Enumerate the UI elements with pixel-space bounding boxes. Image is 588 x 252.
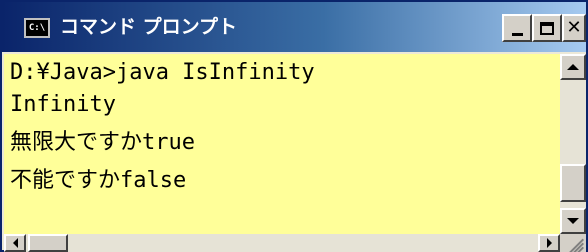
minimize-icon bbox=[511, 32, 523, 36]
title-bar[interactable]: C:\ コマンド プロンプト ✕ bbox=[2, 2, 586, 52]
scroll-up-button[interactable] bbox=[560, 54, 586, 80]
arrow-right-icon bbox=[546, 238, 552, 248]
scroll-left-button[interactable] bbox=[4, 234, 26, 252]
window-title: コマンド プロンプト bbox=[60, 16, 238, 38]
vertical-scrollbar[interactable] bbox=[560, 54, 586, 234]
console-app-icon[interactable]: C:\ bbox=[24, 18, 50, 38]
maximize-button[interactable] bbox=[532, 14, 562, 42]
vertical-scroll-thumb[interactable] bbox=[560, 164, 586, 202]
console-app-icon-label: C:\ bbox=[28, 22, 46, 33]
scroll-right-button[interactable] bbox=[538, 234, 560, 252]
minimize-button[interactable] bbox=[502, 14, 532, 42]
arrow-left-icon bbox=[12, 238, 18, 248]
arrow-down-icon bbox=[567, 218, 579, 224]
scroll-down-button[interactable] bbox=[560, 208, 586, 234]
horizontal-scroll-thumb[interactable] bbox=[28, 234, 68, 252]
console-line: 不能ですかfalse bbox=[10, 168, 187, 193]
close-icon: ✕ bbox=[566, 17, 582, 38]
console-line: Infinity bbox=[10, 92, 116, 117]
command-prompt-window: C:\ コマンド プロンプト ✕ D:¥Java>java IsInfinity… bbox=[0, 0, 588, 252]
maximize-icon bbox=[540, 21, 554, 35]
console-line: D:¥Java>java IsInfinity bbox=[10, 60, 315, 85]
close-button[interactable]: ✕ bbox=[562, 14, 586, 42]
resize-grip[interactable] bbox=[560, 234, 586, 252]
console-line: 無限大ですかtrue bbox=[10, 130, 195, 155]
arrow-up-icon bbox=[567, 64, 579, 70]
horizontal-scrollbar[interactable] bbox=[4, 234, 560, 252]
console-output[interactable]: D:¥Java>java IsInfinity Infinity 無限大ですかt… bbox=[4, 54, 560, 234]
